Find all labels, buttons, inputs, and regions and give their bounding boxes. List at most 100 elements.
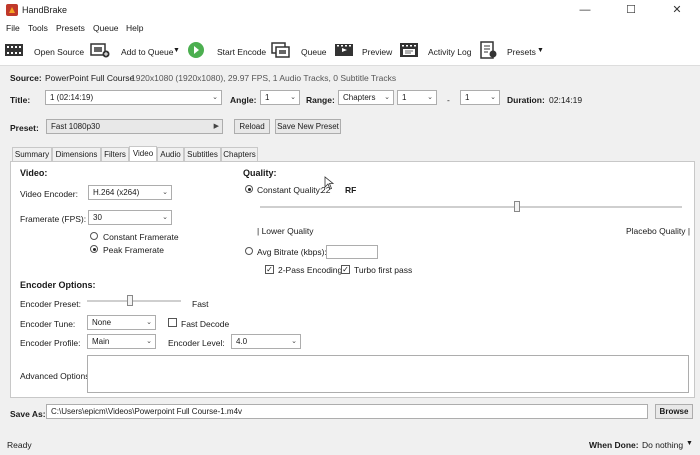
framerate-label: Framerate (FPS): <box>20 214 87 224</box>
tab-subtitles[interactable]: Subtitles <box>184 147 221 161</box>
range-end-select[interactable]: 1 ⌄ <box>460 90 500 105</box>
video-heading: Video: <box>20 168 48 178</box>
menu-queue[interactable]: Queue <box>93 23 119 33</box>
quality-heading: Quality: <box>243 168 277 178</box>
encoder-options-heading: Encoder Options: <box>20 280 96 290</box>
chevron-down-icon: ⌄ <box>384 94 390 101</box>
constant-framerate-label[interactable]: Constant Framerate <box>103 232 179 242</box>
peak-framerate-radio[interactable] <box>90 245 98 253</box>
when-done-dropdown-icon[interactable]: ▼ <box>686 440 693 447</box>
two-pass-label[interactable]: 2-Pass Encoding <box>278 265 342 275</box>
save-as-label: Save As: <box>10 409 46 419</box>
range-start-select[interactable]: 1 ⌄ <box>397 90 437 105</box>
range-type-select[interactable]: Chapters ⌄ <box>338 90 394 105</box>
browse-button[interactable]: Browse <box>655 404 693 419</box>
tab-filters[interactable]: Filters <box>101 147 129 161</box>
mouse-cursor-icon <box>324 176 334 190</box>
title-bar: HandBrake — ☐ ✕ <box>0 0 700 20</box>
constant-quality-radio[interactable] <box>245 185 253 193</box>
avg-bitrate-input[interactable] <box>326 245 378 259</box>
source-name: PowerPoint Full Course <box>45 73 135 83</box>
presets-button[interactable]: Presets <box>507 47 536 57</box>
presets-dropdown-icon[interactable]: ▼ <box>537 47 544 54</box>
preview-icon[interactable] <box>334 41 354 59</box>
queue-button[interactable]: Queue <box>301 47 327 57</box>
maximize-button[interactable]: ☐ <box>608 0 654 20</box>
quality-slider-track[interactable] <box>260 206 682 208</box>
two-pass-checkbox[interactable]: ✓ <box>265 265 274 274</box>
menu-file[interactable]: File <box>6 23 20 33</box>
presets-icon[interactable] <box>478 41 498 59</box>
range-label: Range: <box>306 95 335 105</box>
minimize-button[interactable]: — <box>562 0 608 20</box>
turbo-first-pass-checkbox[interactable]: ✓ <box>341 265 350 274</box>
chevron-down-icon: ⌄ <box>290 94 296 101</box>
chevron-down-icon: ⌄ <box>162 214 168 221</box>
start-encode-button[interactable]: Start Encode <box>217 47 266 57</box>
preview-button[interactable]: Preview <box>362 47 392 57</box>
encoder-level-select[interactable]: 4.0 ⌄ <box>231 334 301 349</box>
title-label: Title: <box>10 95 31 105</box>
constant-quality-label[interactable]: Constant Quality: <box>257 185 322 195</box>
rf-label: RF <box>345 185 357 195</box>
add-to-queue-button[interactable]: Add to Queue <box>121 47 173 57</box>
queue-icon[interactable] <box>271 41 291 59</box>
encoder-preset-slider-track[interactable] <box>87 300 181 302</box>
toolbar: Open Source Add to Queue ▼ Start Encode … <box>0 36 700 66</box>
constant-framerate-radio[interactable] <box>90 232 98 240</box>
fast-decode-checkbox[interactable] <box>168 318 177 327</box>
film-open-source-icon[interactable] <box>4 41 24 59</box>
save-new-preset-button[interactable]: Save New Preset <box>275 119 341 134</box>
save-as-path-input[interactable]: C:\Users\epicm\Videos\Powerpoint Full Co… <box>46 404 648 419</box>
preset-select[interactable]: Fast 1080p30 ▶ <box>46 119 223 134</box>
add-to-queue-icon[interactable] <box>90 41 110 59</box>
open-source-button[interactable]: Open Source <box>34 47 84 57</box>
activity-log-button[interactable]: Activity Log <box>428 47 471 57</box>
advanced-options-textarea[interactable] <box>87 355 689 393</box>
tab-audio[interactable]: Audio <box>157 147 184 161</box>
menu-presets[interactable]: Presets <box>56 23 85 33</box>
tab-dimensions[interactable]: Dimensions <box>52 147 101 161</box>
add-to-queue-dropdown-icon[interactable]: ▼ <box>173 47 180 54</box>
source-label: Source: <box>10 73 42 83</box>
fast-decode-label[interactable]: Fast Decode <box>181 319 229 329</box>
encoder-profile-select[interactable]: Main ⌄ <box>87 334 156 349</box>
window-title: HandBrake <box>22 5 68 15</box>
encoder-preset-slider-thumb[interactable] <box>127 295 133 306</box>
play-icon[interactable] <box>186 41 206 59</box>
chevron-down-icon: ⌄ <box>490 94 496 101</box>
video-encoder-select[interactable]: H.264 (x264) ⌄ <box>88 185 172 200</box>
menu-help[interactable]: Help <box>126 23 143 33</box>
reload-button[interactable]: Reload <box>234 119 270 134</box>
turbo-first-pass-label[interactable]: Turbo first pass <box>354 265 412 275</box>
when-done-select[interactable]: Do nothing <box>642 440 683 450</box>
source-info: 1920x1080 (1920x1080), 29.97 FPS, 1 Audi… <box>131 73 397 83</box>
activity-log-icon[interactable] <box>399 41 419 59</box>
encoder-profile-label: Encoder Profile: <box>20 338 81 348</box>
peak-framerate-label[interactable]: Peak Framerate <box>103 245 164 255</box>
encoder-tune-label: Encoder Tune: <box>20 319 76 329</box>
advanced-options-label: Advanced Options: <box>20 371 92 381</box>
avg-bitrate-radio[interactable] <box>245 247 253 255</box>
tab-chapters[interactable]: Chapters <box>221 147 258 161</box>
tab-video[interactable]: Video <box>129 146 157 161</box>
status-bar: Ready When Done: Do nothing ▼ <box>0 435 700 455</box>
angle-label: Angle: <box>230 95 257 105</box>
chevron-down-icon: ⌄ <box>162 189 168 196</box>
framerate-select[interactable]: 30 ⌄ <box>88 210 172 225</box>
angle-select[interactable]: 1 ⌄ <box>260 90 300 105</box>
tab-summary[interactable]: Summary <box>12 147 52 161</box>
close-button[interactable]: ✕ <box>654 0 700 20</box>
chevron-down-icon: ⌄ <box>291 338 297 345</box>
title-select[interactable]: 1 (02:14:19) ⌄ <box>45 90 222 105</box>
encoder-tune-select[interactable]: None ⌄ <box>87 315 156 330</box>
avg-bitrate-label[interactable]: Avg Bitrate (kbps): <box>257 247 327 257</box>
lower-quality-label: | Lower Quality <box>257 226 314 236</box>
status-text: Ready <box>7 440 32 450</box>
encoder-level-label: Encoder Level: <box>168 338 225 348</box>
encoder-preset-label: Encoder Preset: <box>20 299 81 309</box>
menu-tools[interactable]: Tools <box>28 23 48 33</box>
menu-bar: File Tools Presets Queue Help <box>0 20 700 36</box>
quality-slider-thumb[interactable] <box>514 201 521 212</box>
when-done-label: When Done: <box>589 440 639 450</box>
